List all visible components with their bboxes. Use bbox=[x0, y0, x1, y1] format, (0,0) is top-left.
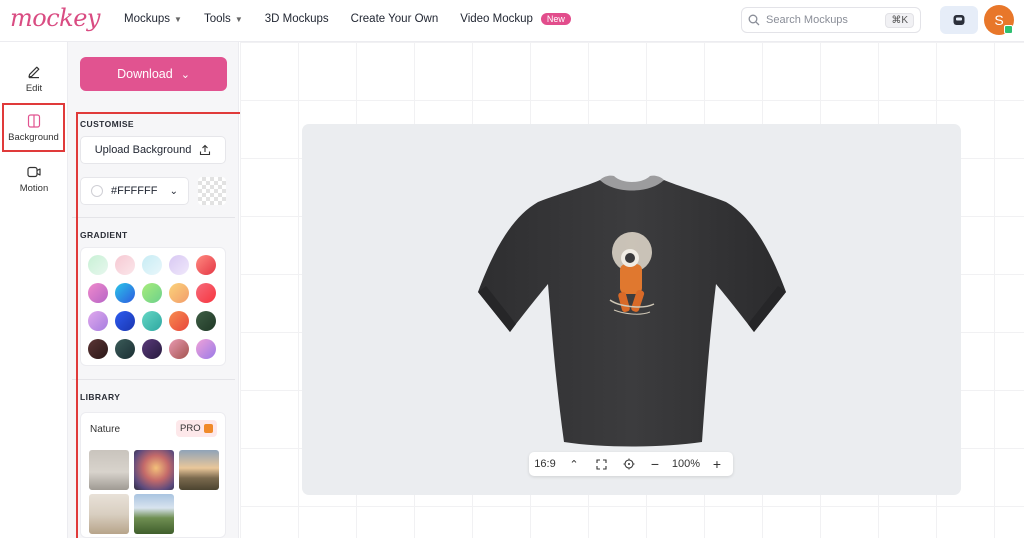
interior-thumb[interactable] bbox=[89, 494, 129, 534]
gradient-swatch[interactable] bbox=[169, 255, 189, 275]
nav-mockups[interactable]: Mockups ▼ bbox=[124, 13, 182, 25]
search-shortcut: ⌘K bbox=[885, 12, 914, 28]
divider bbox=[72, 379, 235, 380]
color-value: #FFFFFF bbox=[111, 185, 158, 197]
crown-icon bbox=[203, 424, 213, 433]
search-box[interactable]: Search Mockups ⌘K bbox=[741, 7, 921, 33]
upload-background-button[interactable]: Upload Background bbox=[80, 136, 226, 164]
hill-thumb[interactable] bbox=[134, 494, 174, 534]
download-label: Download bbox=[117, 67, 173, 81]
gradient-title: GRADIENT bbox=[80, 230, 128, 240]
motion-icon bbox=[27, 166, 41, 178]
gradient-swatch[interactable] bbox=[196, 339, 216, 359]
color-picker[interactable]: #FFFFFF ⌄ bbox=[80, 177, 189, 205]
nav-create-your-own-label: Create Your Own bbox=[350, 13, 439, 25]
gradient-swatch[interactable] bbox=[142, 255, 162, 275]
gradient-swatch[interactable] bbox=[142, 283, 162, 303]
gradient-swatch[interactable] bbox=[88, 283, 108, 303]
chevron-up-icon[interactable]: ⌃ bbox=[561, 452, 587, 476]
gradient-grid bbox=[88, 255, 216, 359]
crosshair-icon[interactable] bbox=[615, 452, 643, 476]
status-dot bbox=[1004, 25, 1013, 34]
upload-icon bbox=[200, 144, 211, 156]
pro-badge: PRO bbox=[176, 420, 217, 437]
aspect-ratio-value[interactable]: 16:9 bbox=[529, 452, 561, 476]
rail-item-label: Edit bbox=[25, 83, 43, 94]
gradient-swatch[interactable] bbox=[115, 311, 135, 331]
gradient-swatch[interactable] bbox=[169, 311, 189, 331]
pencil-icon bbox=[28, 66, 40, 79]
new-badge: New bbox=[540, 13, 571, 25]
zoom-toolbar: 16:9 ⌃ − 100% + bbox=[529, 452, 733, 476]
transparent-swatch[interactable] bbox=[198, 177, 226, 205]
nav-tools-label: Tools bbox=[203, 13, 231, 25]
mockey-logo[interactable]: mockey bbox=[10, 4, 100, 32]
gradient-swatch[interactable] bbox=[115, 255, 135, 275]
gradient-swatch[interactable] bbox=[169, 339, 189, 359]
color-swatch bbox=[91, 185, 103, 197]
gradient-swatch[interactable] bbox=[169, 283, 189, 303]
background-icon bbox=[27, 113, 40, 128]
background-panel: Download ⌄ CUSTOMISE Upload Background #… bbox=[68, 42, 239, 538]
upload-label: Upload Background bbox=[94, 144, 192, 156]
gradient-swatch[interactable] bbox=[88, 311, 108, 331]
library-box: Nature PRO bbox=[80, 412, 226, 538]
customise-title: CUSTOMISE bbox=[80, 119, 134, 129]
nav-mockups-label: Mockups bbox=[124, 13, 171, 25]
gradient-swatch[interactable] bbox=[196, 255, 216, 275]
search-placeholder: Search Mockups bbox=[766, 14, 848, 26]
chevron-down-icon: ▼ bbox=[174, 14, 182, 24]
library-category: Nature bbox=[90, 424, 121, 435]
gradient-swatch[interactable] bbox=[196, 311, 216, 331]
fullscreen-icon[interactable] bbox=[587, 452, 615, 476]
nav-3d-mockups[interactable]: 3D Mockups bbox=[265, 13, 329, 25]
library-title: LIBRARY bbox=[80, 392, 121, 402]
nav-3d-mockups-label: 3D Mockups bbox=[264, 13, 329, 25]
gradient-swatch[interactable] bbox=[196, 283, 216, 303]
zoom-level: 100% bbox=[671, 458, 701, 470]
download-button[interactable]: Download ⌄ bbox=[80, 57, 227, 91]
gradient-swatch[interactable] bbox=[142, 339, 162, 359]
rail-item-background[interactable]: Background bbox=[2, 103, 65, 152]
nav-video-mockup[interactable]: Video Mockup New bbox=[460, 13, 571, 25]
zoom-out-icon[interactable]: − bbox=[643, 452, 667, 476]
gradient-grid-box bbox=[80, 247, 226, 366]
chevron-down-icon: ⌄ bbox=[180, 68, 190, 81]
gradient-swatch[interactable] bbox=[115, 283, 135, 303]
pro-label: PRO bbox=[180, 423, 201, 434]
sunset-thumb[interactable] bbox=[134, 450, 174, 490]
nav-video-mockup-label: Video Mockup bbox=[460, 13, 533, 25]
left-rail: Edit Background Motion bbox=[0, 42, 68, 538]
field-thumb[interactable] bbox=[179, 450, 219, 490]
zoom-in-icon[interactable]: + bbox=[705, 452, 729, 476]
rail-item-edit[interactable]: Edit bbox=[0, 64, 68, 94]
rail-item-label: Motion bbox=[19, 183, 49, 194]
main-nav: Mockups ▼ Tools ▼ 3D Mockups Create Your… bbox=[124, 13, 571, 25]
gradient-swatch[interactable] bbox=[88, 339, 108, 359]
divider bbox=[72, 217, 235, 218]
nav-tools[interactable]: Tools ▼ bbox=[204, 13, 243, 25]
gradient-swatch[interactable] bbox=[142, 311, 162, 331]
rail-item-motion[interactable]: Motion bbox=[0, 164, 68, 194]
mockup-stage[interactable] bbox=[302, 124, 961, 495]
top-nav: mockey Mockups ▼ Tools ▼ 3D Mockups Crea… bbox=[0, 0, 1024, 42]
tshirt-mockup bbox=[478, 175, 786, 447]
rail-item-label: Background bbox=[8, 131, 59, 143]
room-thumb[interactable] bbox=[89, 450, 129, 490]
nav-create-your-own[interactable]: Create Your Own bbox=[351, 13, 439, 25]
gradient-swatch[interactable] bbox=[115, 339, 135, 359]
chevron-down-icon: ▼ bbox=[234, 14, 243, 24]
gradient-swatch[interactable] bbox=[88, 255, 108, 275]
search-icon bbox=[748, 14, 760, 26]
apparel-icon-button[interactable] bbox=[940, 6, 978, 34]
apparel-icon bbox=[953, 15, 965, 25]
chevron-down-icon: ⌄ bbox=[169, 185, 178, 197]
